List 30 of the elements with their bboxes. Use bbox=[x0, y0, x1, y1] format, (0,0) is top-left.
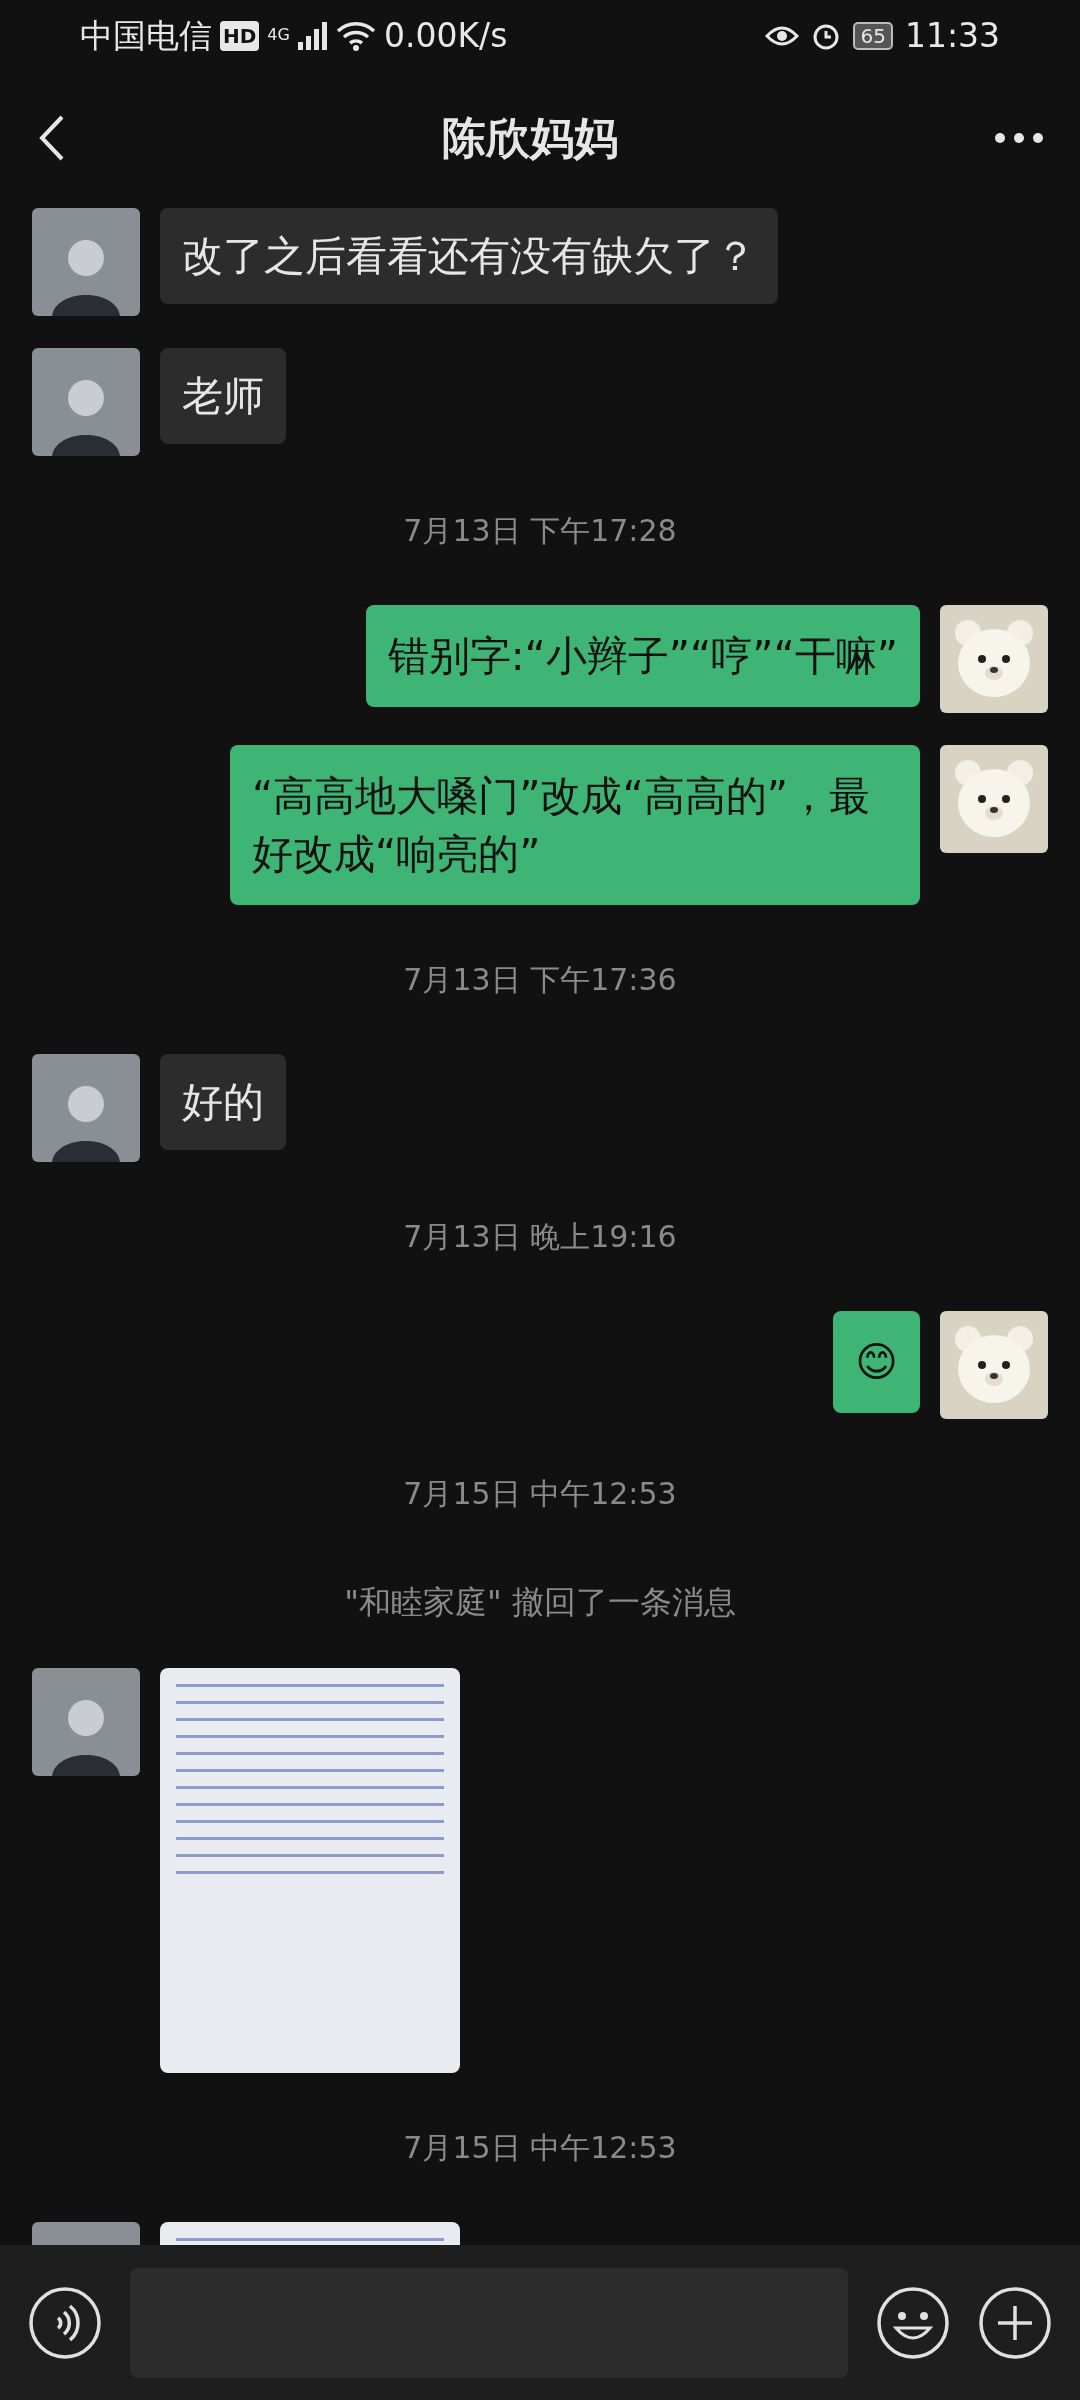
received-message-bubble[interactable]: 好的 bbox=[160, 1054, 286, 1150]
avatar-photo-placeholder[interactable] bbox=[32, 1054, 140, 1162]
battery-indicator: 65 bbox=[853, 22, 893, 50]
network-speed: 0.00K/s bbox=[383, 15, 508, 58]
avatar-photo-placeholder[interactable] bbox=[32, 1668, 140, 1776]
message-timestamp: 7月13日 下午17:36 bbox=[403, 961, 677, 999]
carrier-name: 中国电信 bbox=[80, 15, 212, 58]
avatar-photo-placeholder[interactable] bbox=[32, 348, 140, 456]
emoji-icon[interactable] bbox=[876, 2285, 950, 2360]
clock-time: 11:33 bbox=[904, 15, 1000, 58]
avatar-photo-placeholder[interactable] bbox=[32, 208, 140, 316]
sent-message-bubble[interactable]: 😊 bbox=[833, 1311, 920, 1413]
message-timestamp: 7月15日 中午12:53 bbox=[403, 2129, 677, 2167]
signal-icon bbox=[297, 22, 328, 50]
voice-input-icon[interactable] bbox=[28, 2285, 102, 2360]
message-timestamp: 7月13日 下午17:28 bbox=[403, 512, 677, 550]
chat-title: 陈欣妈妈 bbox=[442, 111, 618, 165]
wifi-icon bbox=[335, 21, 376, 51]
message-timestamp: 7月15日 中午12:53 bbox=[403, 1475, 677, 1513]
more-options-icon[interactable] bbox=[994, 132, 1044, 144]
recall-notice: "和睦家庭" 撤回了一条消息 bbox=[344, 1582, 736, 1623]
received-message-bubble[interactable]: 改了之后看看还有没有缺欠了？ bbox=[160, 208, 778, 304]
plus-icon[interactable] bbox=[978, 2285, 1052, 2360]
hd-badge: HD bbox=[220, 21, 260, 51]
message-timestamp: 7月13日 晚上19:16 bbox=[403, 1218, 677, 1256]
received-message-bubble[interactable]: 老师 bbox=[160, 348, 286, 444]
network-type: 4G bbox=[267, 24, 290, 47]
sent-message-bubble[interactable]: 错别字:“小辫子”“哼”“干嘛” bbox=[365, 605, 920, 707]
eye-icon bbox=[765, 24, 800, 48]
sent-message-bubble[interactable]: “高高地大嗓门”改成“高高的”，最好改成“响亮的” bbox=[230, 745, 920, 905]
